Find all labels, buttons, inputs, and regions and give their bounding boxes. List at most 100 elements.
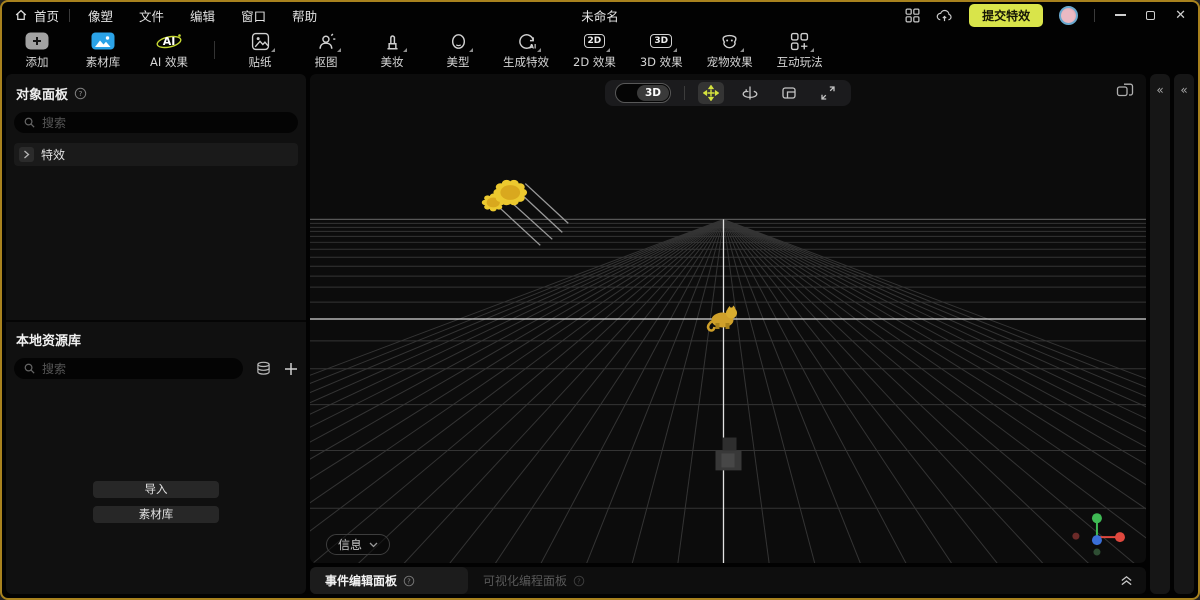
help-icon[interactable]: ? [74, 87, 87, 100]
user-avatar[interactable] [1059, 6, 1078, 25]
toolbar-item-pet-effects[interactable]: 宠物效果 [707, 31, 753, 70]
toolbar-item-ai-effects[interactable]: AI AI 效果 [148, 31, 190, 70]
toolbar-item-sticker[interactable]: 贴纸 [239, 31, 281, 70]
chevron-down-icon [369, 542, 378, 548]
toolbar-divider [214, 41, 215, 59]
titlebar-right: 提交特效 ✕ [905, 4, 1186, 27]
menu-window[interactable]: 窗口 [241, 6, 266, 25]
viewport-3d[interactable]: 3D [310, 74, 1146, 563]
toolbar-item-2d-effects[interactable]: 2D 2D 效果 [573, 31, 616, 70]
object-panel-title: 对象面板 [16, 84, 68, 103]
switch-view-icon[interactable] [1116, 82, 1134, 99]
chevron-left-double-icon: « [1156, 83, 1163, 97]
fullscreen-tool-button[interactable] [815, 82, 841, 104]
ai-generate-icon: AI [517, 31, 536, 52]
toolbar-label: 美型 [447, 54, 470, 70]
resource-search-input[interactable] [42, 362, 234, 376]
main-area: 对象面板 ? 特效 本地资源库 [2, 72, 1198, 598]
submenu-arrow [403, 48, 407, 52]
main-toolbar: 添加 素材库 AI AI 效果 贴纸 [2, 28, 1198, 72]
search-icon [23, 116, 36, 129]
image-library-icon [91, 31, 115, 52]
2d-badge-icon: 2D [584, 31, 606, 52]
submenu-arrow [469, 48, 473, 52]
app-window: 首页 像塑 文件 编辑 窗口 帮助 未命名 提交特效 ✕ [0, 0, 1200, 600]
toolbar-label: 3D 效果 [640, 54, 683, 70]
info-dropdown[interactable]: 信息 [326, 534, 390, 555]
object-panel: 对象面板 ? 特效 [6, 74, 306, 322]
toolbar-item-library[interactable]: 素材库 [82, 31, 124, 70]
menu-help[interactable]: 帮助 [292, 6, 317, 25]
search-icon [23, 362, 36, 375]
menu-edit[interactable]: 编辑 [190, 6, 215, 25]
rotate-tool-button[interactable] [737, 82, 763, 104]
2d-badge-text: 2D [584, 34, 606, 48]
home-button[interactable]: 首页 [14, 6, 59, 25]
divider [69, 9, 70, 22]
chevron-left-double-icon: « [1180, 83, 1187, 97]
tree-item-effect[interactable]: 特效 [14, 143, 298, 166]
menu-file[interactable]: 文件 [139, 6, 164, 25]
scene-canvas[interactable] [310, 74, 1146, 563]
bottom-bar: 事件编辑面板 ? 可视化编程面板 ? [310, 567, 1146, 594]
svg-text:?: ? [407, 577, 411, 585]
help-icon: ? [573, 575, 585, 587]
scale-tool-button[interactable] [776, 82, 802, 104]
cloud-upload-icon[interactable] [936, 8, 953, 23]
expand-panel-button[interactable] [1107, 575, 1146, 586]
import-button[interactable]: 导入 [93, 481, 219, 498]
toolbar-item-interactive[interactable]: 互动玩法 [777, 31, 823, 70]
library-button[interactable]: 素材库 [93, 506, 219, 523]
tab-visual-programming[interactable]: 可视化编程面板 ? [468, 567, 600, 594]
toolbar-label: 贴纸 [249, 54, 272, 70]
submenu-arrow [810, 48, 814, 52]
mode-toggle-3d[interactable]: 3D [615, 83, 671, 103]
tab-label: 可视化编程面板 [483, 572, 567, 589]
object-search-input[interactable] [42, 116, 289, 130]
toolbar-item-face-shape[interactable]: 美型 [437, 31, 479, 70]
toolbar-label: 素材库 [86, 54, 121, 70]
apps-grid-icon[interactable] [905, 8, 920, 23]
toolbar-item-add[interactable]: 添加 [16, 31, 58, 70]
home-label: 首页 [34, 6, 59, 25]
toolbar-label: 2D 效果 [573, 54, 616, 70]
object-search[interactable] [14, 112, 298, 133]
divider [684, 86, 685, 100]
toolbar-label: 宠物效果 [707, 54, 753, 70]
collapsed-panel-preview[interactable]: « [1174, 74, 1194, 594]
menu-app[interactable]: 像塑 [88, 6, 113, 25]
tab-event-editor[interactable]: 事件编辑面板 ? [310, 567, 468, 594]
titlebar-left: 首页 像塑 文件 编辑 窗口 帮助 [14, 6, 317, 25]
face-shape-icon [449, 31, 468, 52]
resource-search[interactable] [14, 358, 243, 379]
submenu-arrow [337, 48, 341, 52]
toolbar-item-cutout[interactable]: 抠图 [305, 31, 347, 70]
minimize-button[interactable] [1115, 14, 1126, 16]
collapsed-panel-inspector[interactable]: « [1150, 74, 1170, 594]
close-button[interactable]: ✕ [1175, 9, 1186, 22]
help-icon[interactable]: ? [403, 575, 415, 587]
svg-text:?: ? [79, 89, 83, 98]
submit-effect-button[interactable]: 提交特效 [969, 4, 1043, 27]
submenu-arrow [271, 48, 275, 52]
toolbar-label: 美妆 [381, 54, 404, 70]
blocks-plus-icon [790, 31, 809, 52]
toolbar-item-3d-effects[interactable]: 3D 3D 效果 [640, 31, 683, 70]
toolbar-item-makeup[interactable]: 美妆 [371, 31, 413, 70]
scale-icon [781, 85, 797, 101]
maximize-button[interactable] [1146, 11, 1155, 20]
move-tool-button[interactable] [698, 82, 724, 104]
double-chevron-up-icon [1120, 575, 1133, 586]
divider [1094, 9, 1095, 22]
add-resource-icon[interactable] [284, 362, 298, 376]
toolbar-label: 抠图 [315, 54, 338, 70]
plus-square-icon [25, 31, 49, 52]
info-label: 信息 [338, 536, 362, 553]
3d-badge-text: 3D [650, 34, 672, 48]
expand-icon[interactable] [19, 147, 34, 162]
viewport-toolbar: 3D [605, 80, 851, 106]
stack-icon[interactable] [255, 361, 272, 376]
resource-panel-title: 本地资源库 [16, 330, 81, 349]
tab-label: 事件编辑面板 [325, 572, 397, 589]
toolbar-item-generate-effects[interactable]: AI 生成特效 [503, 31, 549, 70]
